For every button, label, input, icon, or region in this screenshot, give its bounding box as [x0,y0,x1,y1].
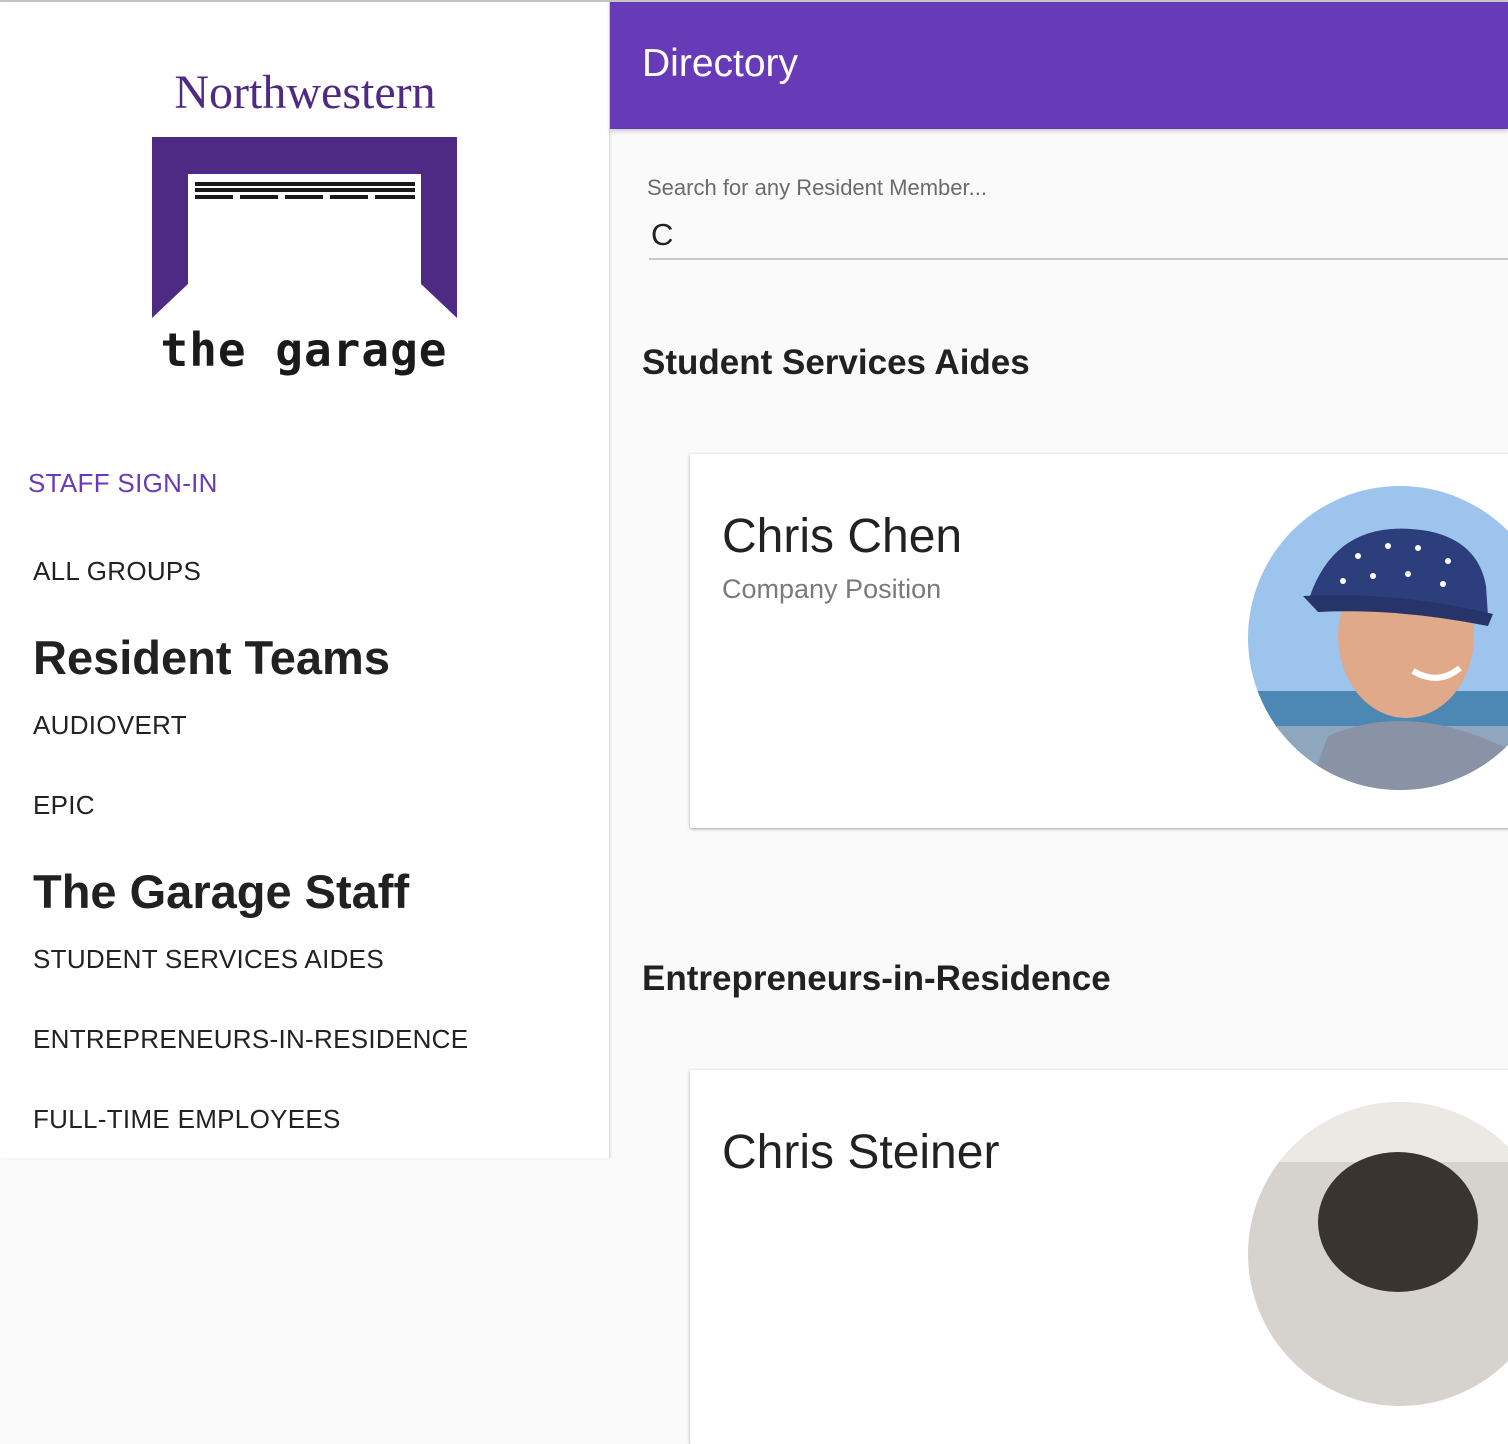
northwestern-wordmark: Northwestern [174,66,435,119]
garage-staff-heading: The Garage Staff [33,865,410,918]
search-input[interactable] [649,212,1508,260]
staff-sign-in-link[interactable]: STAFF SIGN-IN [28,468,218,499]
sidebar-item-epic[interactable]: EPIC [33,790,95,821]
member-position: Company Position [722,574,942,604]
resident-teams-heading: Resident Teams [33,631,390,684]
search-label: Search for any Resident Member... [647,175,987,200]
garage-wordmark: the garage [161,323,448,377]
all-groups-link[interactable]: ALL GROUPS [33,556,201,587]
app-bar: Directory [610,2,1508,129]
sidebar-item-entrepreneurs-in-residence[interactable]: ENTREPRENEURS-IN-RESIDENCE [33,1024,468,1055]
sidebar-item-audiovert[interactable]: AUDIOVERT [33,710,187,741]
sidebar-item-student-services-aides[interactable]: STUDENT SERVICES AIDES [33,944,384,975]
section-title-entrepreneurs-in-residence: Entrepreneurs-in-Residence [642,959,1111,998]
garage-frame-icon [152,137,457,318]
avatar [1248,1102,1508,1406]
section-title-student-services-aides: Student Services Aides [642,343,1030,382]
page-title: Directory [642,42,799,85]
member-name: Chris Steiner [722,1126,1000,1179]
avatar [1248,486,1508,790]
sidebar-item-full-time-employees[interactable]: FULL-TIME EMPLOYEES [33,1104,341,1135]
member-name: Chris Chen [722,510,963,563]
member-card[interactable]: Chris Steiner [690,1070,1508,1444]
sidebar: Northwestern the garage STAFF SIGN-IN AL… [0,2,610,1158]
garage-logo[interactable]: Northwestern the garage [0,2,609,402]
member-card[interactable]: Chris Chen Company Position [690,454,1508,828]
